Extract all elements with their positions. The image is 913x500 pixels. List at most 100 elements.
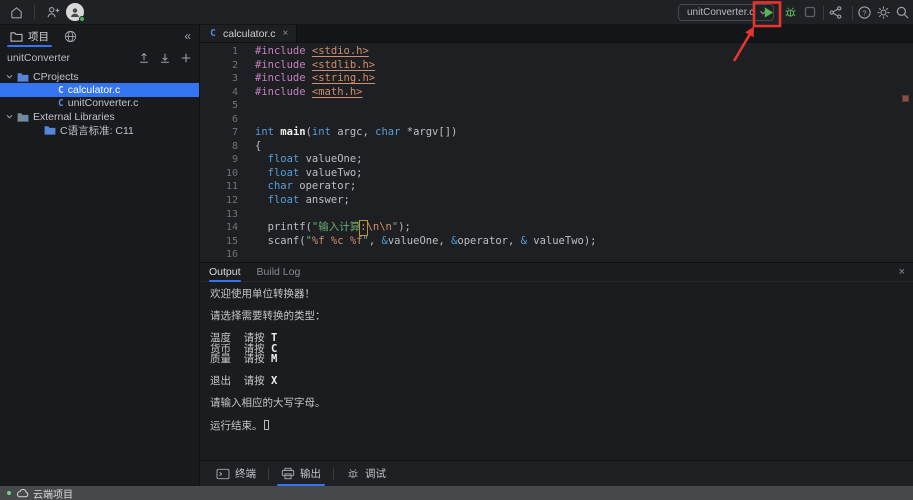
tool-window-bar: 终端 输出调试 <box>200 460 913 486</box>
line-number: 6 <box>200 113 238 127</box>
code-token: %f <box>312 235 325 249</box>
collapse-sidebar-icon[interactable]: « <box>184 30 191 42</box>
line-number: 3 <box>200 72 238 86</box>
tool-window-调试[interactable]: 调试 <box>334 461 398 486</box>
code-token: operator, <box>457 235 520 249</box>
output-tab-output[interactable]: Output <box>209 263 241 282</box>
project-tree: CProjectsCcalculator.cCunitConverter.cEx… <box>0 70 199 137</box>
line-number: 2 <box>200 59 238 73</box>
console-line <box>210 409 913 420</box>
line-number: 7 <box>200 126 238 140</box>
tool-window-label: 输出 <box>300 466 321 481</box>
folder-icon <box>17 72 29 82</box>
console-line <box>210 322 913 333</box>
debugger-icon <box>346 467 360 480</box>
line-number: 10 <box>200 167 238 181</box>
code-token: answer; <box>299 194 350 208</box>
code-line-14: 14 printf("输入计算:\n\n"); <box>200 221 913 235</box>
editor-area: C calculator.c × 1#include <stdio.h>2#in… <box>200 25 913 262</box>
c-file-icon: C <box>208 28 218 39</box>
code-token: float <box>268 167 300 181</box>
code-token: #include <box>255 72 306 86</box>
add-user-icon[interactable] <box>42 1 64 23</box>
output-tab-build-log[interactable]: Build Log <box>257 263 301 282</box>
code-line-10: 10 float valueTwo; <box>200 167 913 181</box>
code-token: <stdlib.h> <box>312 59 375 73</box>
share-icon[interactable] <box>824 1 846 23</box>
code-token: float <box>268 153 300 167</box>
tab-calculator-c[interactable]: C calculator.c × <box>200 25 297 42</box>
user-avatar[interactable] <box>66 3 84 21</box>
error-stripe-mark[interactable] <box>902 95 909 102</box>
tree-item-calculator.c[interactable]: Ccalculator.c <box>0 83 199 96</box>
chevron-down-icon[interactable] <box>6 114 13 119</box>
console-line: 温度 请按 T <box>210 333 913 344</box>
console-line: 运行结束。 <box>210 420 913 432</box>
tree-item-label: External Libraries <box>33 111 115 123</box>
tree-item-c语言标准-c11[interactable]: C语言标准: C11 <box>0 124 199 137</box>
code-line-12: 12 float answer; <box>200 194 913 208</box>
tree-item-cprojects[interactable]: CProjects <box>0 70 199 83</box>
code-token: argc, <box>331 126 375 140</box>
line-number: 5 <box>200 99 238 113</box>
tool-window-输出[interactable]: 输出 <box>269 461 333 486</box>
tool-window-终端[interactable]: 终端 <box>204 461 268 486</box>
code-token: scanf( <box>255 235 306 249</box>
tree-item-label: CProjects <box>33 71 79 83</box>
line-number: 4 <box>200 86 238 100</box>
tree-item-label: C语言标准: C11 <box>60 123 134 138</box>
c-file-icon: C <box>58 85 64 96</box>
code-token: *argv[]) <box>400 126 457 140</box>
console-line: 货币 请按 C <box>210 344 913 355</box>
library-folder-icon <box>17 112 29 122</box>
code-token: #include <box>255 45 306 59</box>
cloud-project-widget[interactable]: 云端项目 <box>16 486 73 500</box>
code-line-13: 13 <box>200 208 913 222</box>
line-number: 14 <box>200 221 238 235</box>
debug-button[interactable] <box>779 1 801 23</box>
line-number: 15 <box>200 235 238 249</box>
stop-button[interactable] <box>799 1 821 23</box>
divider <box>34 5 35 19</box>
upload-icon[interactable] <box>138 52 150 64</box>
home-icon[interactable] <box>5 1 27 23</box>
console-line: 请选择需要转换的类型： <box>210 311 913 322</box>
chevron-down-icon[interactable] <box>6 74 13 79</box>
code-token: int <box>312 126 331 140</box>
line-number: 8 <box>200 140 238 154</box>
code-token: printf( <box>255 221 312 235</box>
code-line-7: 7int main(int argc, char *argv[]) <box>200 126 913 140</box>
code-token: operator; <box>293 180 356 194</box>
run-button[interactable] <box>757 1 779 23</box>
c-file-icon: C <box>58 84 64 96</box>
search-icon[interactable] <box>891 1 913 23</box>
console-line: 请输入相应的大写字母。 <box>210 398 913 409</box>
code-token: char <box>375 126 400 140</box>
code-token <box>255 194 268 208</box>
line-number: 9 <box>200 153 238 167</box>
tree-item-external-libraries[interactable]: External Libraries <box>0 110 199 123</box>
code-line-5: 5 <box>200 99 913 113</box>
globe-icon[interactable] <box>64 30 77 43</box>
code-line-3: 3#include <string.h> <box>200 72 913 86</box>
code-token: "输入计算 <box>312 221 360 235</box>
tab-project[interactable]: 项目 <box>7 25 52 47</box>
add-icon[interactable] <box>180 52 192 64</box>
tree-item-label: calculator.c <box>68 84 121 96</box>
download-icon[interactable] <box>159 52 171 64</box>
code-token: { <box>255 140 261 154</box>
console-line: 质量 请按 M <box>210 354 913 365</box>
tree-item-unitconverter.c[interactable]: CunitConverter.c <box>0 97 199 110</box>
close-icon[interactable]: × <box>283 28 289 39</box>
code-line-16: 16 <box>200 248 913 262</box>
code-token: valueOne; <box>299 153 362 167</box>
cloud-project-label: 云端项目 <box>33 486 73 500</box>
close-icon[interactable]: × <box>899 266 905 278</box>
code-line-4: 4#include <math.h> <box>200 86 913 100</box>
code-token: char <box>268 180 293 194</box>
code-token: ); <box>398 221 411 235</box>
code-editor[interactable]: 1#include <stdio.h>2#include <stdlib.h>3… <box>200 43 913 262</box>
code-token: \n\n <box>367 221 392 235</box>
code-token: main <box>280 126 305 140</box>
svg-text:?: ? <box>862 8 866 17</box>
